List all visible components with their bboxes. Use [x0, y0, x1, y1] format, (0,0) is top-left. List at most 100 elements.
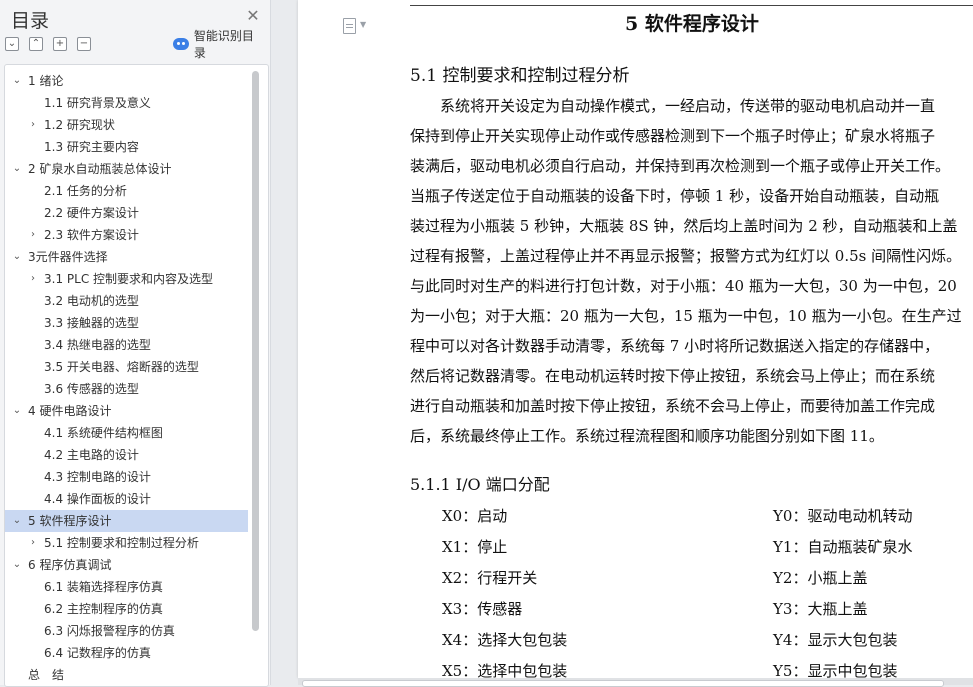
paragraph-line: 保持到停止开关实现停止动作或传感器检测到下一个瓶子时停止；矿泉水将瓶子 [410, 127, 936, 145]
io-input: X0：启动 [442, 507, 508, 525]
subsection-title: 5.1.1 I/O 端口分配 [410, 475, 550, 494]
toc-item[interactable]: 4.4 操作面板的设计 [5, 488, 248, 510]
add-heading-icon[interactable]: + [53, 37, 67, 51]
toc-item-label: 总 结 [28, 668, 65, 682]
chevron-down-icon[interactable]: ⌄ [12, 510, 22, 532]
toc-item[interactable]: 1.1 研究背景及意义 [5, 92, 248, 114]
ai-robot-icon [173, 38, 189, 50]
paragraph-line: 为一小包；对于大瓶：20 瓶为一大包，15 瓶为一中包，10 瓶为一小包。在生产… [410, 307, 962, 325]
chevron-right-icon[interactable]: › [28, 114, 38, 136]
toc-item[interactable]: 4.1 系统硬件结构框图 [5, 422, 248, 444]
toc-item-label: 3.6 传感器的选型 [44, 382, 139, 396]
toc-item-label: 3.4 热继电器的选型 [44, 338, 151, 352]
io-output: Y0：驱动电动机转动 [773, 507, 913, 525]
toc-item[interactable]: 1.3 研究主要内容 [5, 136, 248, 158]
toc-item-label: 5 软件程序设计 [28, 514, 112, 528]
toc-item[interactable]: 6.4 记数程序的仿真 [5, 642, 248, 664]
chevron-right-icon[interactable]: › [28, 268, 38, 290]
chevron-right-icon[interactable]: › [28, 224, 38, 246]
toc-item[interactable]: ⌄ 2 矿泉水自动瓶装总体设计 [5, 158, 248, 180]
remove-heading-icon[interactable]: − [77, 37, 91, 51]
toc-item[interactable]: 3.5 开关电器、熔断器的选型 [5, 356, 248, 378]
paragraph-line: 装过程为小瓶装 5 秒钟，大瓶装 8S 钟，然后均上盖时间为 2 秒，自动瓶装和… [410, 217, 958, 235]
toc-item-label: 4.1 系统硬件结构框图 [44, 426, 163, 440]
toc-item[interactable]: ⌄ 5 软件程序设计 [5, 510, 248, 532]
io-input: X2：行程开关 [442, 569, 538, 587]
toc-item[interactable]: 4.3 控制电路的设计 [5, 466, 248, 488]
toc-item-label: 3.1 PLC 控制要求和内容及选型 [44, 272, 214, 286]
toc-item-label: 6.2 主控制程序的仿真 [44, 602, 163, 616]
io-output: Y1：自动瓶装矿泉水 [773, 538, 913, 556]
toc-sidebar: 目录 ✕ ⌄ ⌃ + − 智能识别目录 ⌄ 1 绪论 1.1 研究背景及意义 › 1.2… [0, 0, 271, 687]
sidebar-title: 目录 [11, 10, 50, 32]
expand-all-icon[interactable]: ⌃ [29, 37, 43, 51]
section-title: 5.1 控制要求和控制过程分析 [410, 66, 630, 86]
paragraph-line: 过程有报警，上盖过程停止并不再显示报警；报警方式为红灯以 0.5s 间隔性闪烁。 [410, 247, 962, 265]
chevron-down-icon[interactable]: ⌄ [12, 554, 22, 576]
close-icon[interactable]: ✕ [245, 8, 261, 24]
toc-item-label: 6 程序仿真调试 [28, 558, 112, 572]
toc-item-label: 4.3 控制电路的设计 [44, 470, 151, 484]
smart-toc-button[interactable]: 智能识别目录 [173, 29, 265, 60]
toc-item[interactable]: ⌄ 3元件器件选择 [5, 246, 248, 268]
paragraph-line: 然后将记数器清零。在电动机运转时按下停止按钮，系统会马上停止；而在系统 [410, 367, 936, 385]
io-input: X1：停止 [442, 538, 508, 556]
toc-item-label: 4.2 主电路的设计 [44, 448, 139, 462]
dropdown-arrow-icon: ▼ [360, 20, 367, 29]
toc-item[interactable]: ⌄ 6 程序仿真调试 [5, 554, 248, 576]
toc-item-label: 3.5 开关电器、熔断器的选型 [44, 360, 199, 374]
toc-item[interactable]: › 1.2 研究现状 [5, 114, 248, 136]
toc-item-label: 3元件器件选择 [28, 250, 108, 264]
paragraph-line: 当瓶子传送定位于自动瓶装的设备下时，停顿 1 秒，设备开始自动瓶装，自动瓶 [410, 187, 940, 205]
toc-item[interactable]: 总 结 [5, 664, 248, 686]
toc-item-label: 6.1 装箱选择程序仿真 [44, 580, 163, 594]
toc-scrollbar[interactable] [252, 71, 259, 631]
chevron-down-icon[interactable]: ⌄ [12, 400, 22, 422]
toc-item[interactable]: 3.6 传感器的选型 [5, 378, 248, 400]
toc-item[interactable]: 3.3 接触器的选型 [5, 312, 248, 334]
toc-item[interactable]: 2.1 任务的分析 [5, 180, 248, 202]
page-tool-button[interactable]: ▼ [343, 18, 369, 34]
chevron-down-icon[interactable]: ⌄ [12, 158, 22, 180]
toc-item-label: 4 硬件电路设计 [28, 404, 112, 418]
io-output: Y4：显示大包包装 [773, 631, 898, 649]
toc-item[interactable]: 6.2 主控制程序的仿真 [5, 598, 248, 620]
toc-item[interactable]: › 3.1 PLC 控制要求和内容及选型 [5, 268, 248, 290]
toc-item-label: 4.4 操作面板的设计 [44, 492, 151, 506]
toc-item[interactable]: 6.3 闪烁报警程序的仿真 [5, 620, 248, 642]
horizontal-scrollbar-thumb[interactable] [302, 680, 944, 687]
io-input: X3：传感器 [442, 600, 523, 618]
toc-item-label: 3.3 接触器的选型 [44, 316, 139, 330]
toc-toolbar: ⌄ ⌃ + − 智能识别目录 [5, 29, 265, 60]
toc-item[interactable]: ⌄ 1 绪论 [5, 70, 248, 92]
toc-item[interactable]: 3.4 热继电器的选型 [5, 334, 248, 356]
toc-item-label: 1 绪论 [28, 74, 64, 88]
toc-item[interactable]: › 5.1 控制要求和控制过程分析 [5, 532, 248, 554]
toc-item-label: 1.2 研究现状 [44, 118, 115, 132]
paragraph-line: 进行自动瓶装和加盖时按下停止按钮，系统不会马上停止，而要待加盖工作完成 [410, 397, 936, 415]
chevron-down-icon[interactable]: ⌄ [12, 246, 22, 268]
chevron-down-icon[interactable]: ⌄ [12, 70, 22, 92]
collapse-all-icon[interactable]: ⌄ [5, 37, 19, 51]
toc-item[interactable]: ⌄ 4 硬件电路设计 [5, 400, 248, 422]
page-top-rule [410, 5, 973, 6]
toc-item[interactable]: 6.1 装箱选择程序仿真 [5, 576, 248, 598]
toc-item-label: 6.3 闪烁报警程序的仿真 [44, 624, 175, 638]
paragraph-line: 与此同时对生产的料进行打包计数，对于小瓶：40 瓶为一大包，30 为一中包，20 [410, 277, 957, 295]
toc-item[interactable]: 3.2 电动机的选型 [5, 290, 248, 312]
toc-item[interactable]: › 2.3 软件方案设计 [5, 224, 248, 246]
toc-item-label: 1.1 研究背景及意义 [44, 96, 151, 110]
io-output: Y3：大瓶上盖 [773, 600, 868, 618]
io-input: X4：选择大包包装 [442, 631, 568, 649]
paragraph-line: 系统将开关设定为自动操作模式，一经启动，传送带的驱动电机启动并一直 [410, 97, 936, 115]
io-output: Y2：小瓶上盖 [773, 569, 868, 587]
toc-item[interactable]: 4.2 主电路的设计 [5, 444, 248, 466]
toc-item-label: 6.4 记数程序的仿真 [44, 646, 151, 660]
toc-item-label: 2.3 软件方案设计 [44, 228, 139, 242]
chapter-title: 5 软件程序设计 [625, 13, 759, 35]
chevron-right-icon[interactable]: › [28, 532, 38, 554]
toc-item[interactable]: 2.2 硬件方案设计 [5, 202, 248, 224]
paragraph-line: 程中可以对各计数器手动清零，系统每 7 小时将所记数据送入指定的存储器中， [410, 337, 940, 355]
toc-item-label: 2 矿泉水自动瓶装总体设计 [28, 162, 172, 176]
paragraph-line: 后，系统最终停止工作。系统过程流程图和顺序功能图分别如下图 11。 [410, 427, 884, 445]
